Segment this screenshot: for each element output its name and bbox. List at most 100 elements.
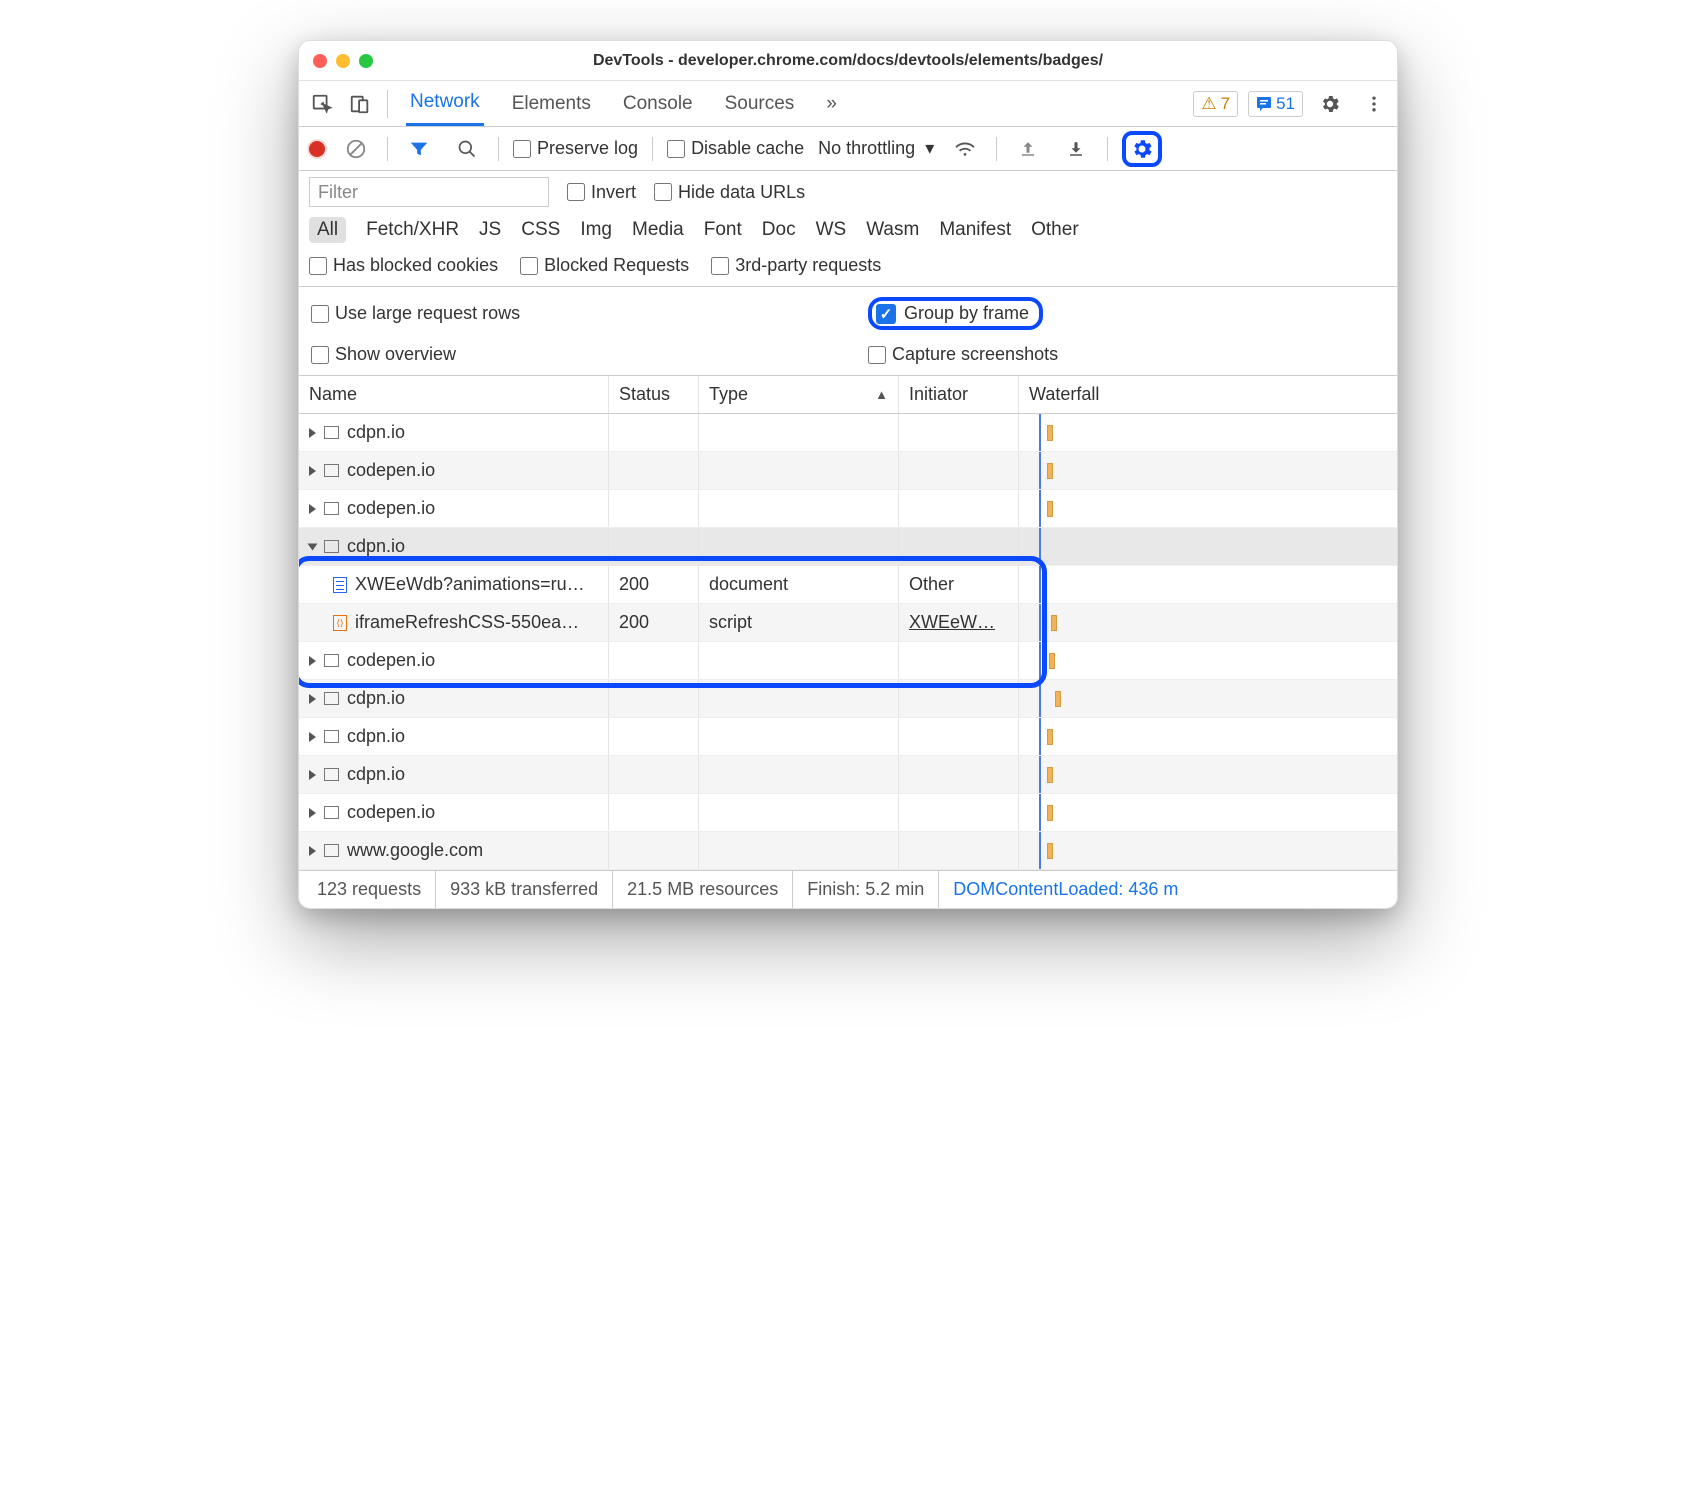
status-cell: [609, 414, 699, 451]
type-chip-all[interactable]: All: [309, 217, 346, 243]
group-by-frame-checkbox[interactable]: Group by frame: [868, 297, 1043, 330]
initiator-cell[interactable]: XWEeW…: [899, 604, 1019, 641]
tab-sources[interactable]: Sources: [721, 81, 799, 126]
capture-screenshots-input[interactable]: [868, 346, 886, 364]
initiator-cell: [899, 756, 1019, 793]
table-row[interactable]: ⟨⟩ iframeRefreshCSS-550ea…200scriptXWEeW…: [299, 604, 1397, 642]
hide-data-urls-input[interactable]: [654, 183, 672, 201]
disclosure-triangle-icon[interactable]: [309, 428, 316, 438]
large-rows-input[interactable]: [311, 305, 329, 323]
disable-cache-input[interactable]: [667, 140, 685, 158]
col-name[interactable]: Name: [299, 376, 609, 413]
window-controls: [313, 54, 373, 68]
inspect-icon[interactable]: [305, 87, 339, 121]
hide-data-urls-checkbox[interactable]: Hide data URLs: [654, 182, 805, 203]
zoom-window-button[interactable]: [359, 54, 373, 68]
show-overview-input[interactable]: [311, 346, 329, 364]
table-row[interactable]: XWEeWdb?animations=ru…200documentOther: [299, 566, 1397, 604]
type-chip-other[interactable]: Other: [1031, 219, 1079, 241]
record-button[interactable]: [309, 141, 325, 157]
type-chip-fetch-xhr[interactable]: Fetch/XHR: [366, 219, 459, 241]
invert-input[interactable]: [567, 183, 585, 201]
table-row[interactable]: cdpn.io: [299, 680, 1397, 718]
table-row[interactable]: codepen.io: [299, 452, 1397, 490]
waterfall-cell: [1019, 528, 1397, 565]
third-party-checkbox[interactable]: 3rd-party requests: [711, 255, 881, 276]
type-chip-doc[interactable]: Doc: [762, 219, 796, 241]
col-initiator[interactable]: Initiator: [899, 376, 1019, 413]
type-chip-manifest[interactable]: Manifest: [939, 219, 1011, 241]
device-toggle-icon[interactable]: [343, 87, 377, 121]
col-status[interactable]: Status: [609, 376, 699, 413]
type-chip-media[interactable]: Media: [632, 219, 684, 241]
col-waterfall[interactable]: Waterfall: [1019, 376, 1397, 413]
preserve-log-checkbox[interactable]: Preserve log: [513, 138, 638, 159]
type-chip-css[interactable]: CSS: [521, 219, 560, 241]
table-row[interactable]: cdpn.io: [299, 756, 1397, 794]
tab-elements[interactable]: Elements: [508, 81, 595, 126]
settings-icon[interactable]: [1313, 87, 1347, 121]
table-row[interactable]: cdpn.io: [299, 528, 1397, 566]
network-conditions-icon[interactable]: [948, 132, 982, 166]
table-row[interactable]: www.google.com: [299, 832, 1397, 870]
type-chip-wasm[interactable]: Wasm: [866, 219, 919, 241]
disclosure-triangle-icon[interactable]: [309, 808, 316, 818]
disclosure-triangle-icon[interactable]: [309, 656, 316, 666]
disclosure-triangle-icon[interactable]: [309, 846, 316, 856]
col-type[interactable]: Type▲: [699, 376, 899, 413]
upload-har-icon[interactable]: [1011, 132, 1045, 166]
network-toolbar: Preserve log Disable cache No throttling…: [299, 127, 1397, 171]
search-icon[interactable]: [450, 132, 484, 166]
kebab-menu-icon[interactable]: [1357, 87, 1391, 121]
disclosure-triangle-icon[interactable]: [309, 694, 316, 704]
close-window-button[interactable]: [313, 54, 327, 68]
divider: [387, 90, 388, 118]
blocked-cookies-input[interactable]: [309, 257, 327, 275]
group-by-frame-input[interactable]: [876, 304, 896, 324]
issues-badge-info[interactable]: 51: [1248, 91, 1303, 117]
blocked-cookies-checkbox[interactable]: Has blocked cookies: [309, 255, 498, 276]
show-overview-checkbox[interactable]: Show overview: [311, 344, 828, 365]
throttling-select[interactable]: No throttling ▾: [818, 138, 934, 159]
table-row[interactable]: cdpn.io: [299, 718, 1397, 756]
third-party-input[interactable]: [711, 257, 729, 275]
frame-icon: [324, 502, 339, 515]
disclosure-triangle-icon[interactable]: [309, 504, 316, 514]
waterfall-bar: [1047, 767, 1053, 783]
minimize-window-button[interactable]: [336, 54, 350, 68]
frame-name: cdpn.io: [347, 422, 405, 443]
capture-screenshots-checkbox[interactable]: Capture screenshots: [868, 344, 1385, 365]
disclosure-triangle-icon[interactable]: [308, 543, 318, 550]
type-chip-font[interactable]: Font: [704, 219, 742, 241]
throttling-value: No throttling: [818, 138, 915, 159]
tab-console[interactable]: Console: [619, 81, 697, 126]
download-har-icon[interactable]: [1059, 132, 1093, 166]
disclosure-triangle-icon[interactable]: [309, 466, 316, 476]
type-chip-ws[interactable]: WS: [816, 219, 847, 241]
clear-icon[interactable]: [339, 132, 373, 166]
table-row[interactable]: codepen.io: [299, 794, 1397, 832]
invert-checkbox[interactable]: Invert: [567, 182, 636, 203]
filter-icon[interactable]: [402, 132, 436, 166]
type-chip-js[interactable]: JS: [479, 219, 501, 241]
tab-network[interactable]: Network: [406, 81, 484, 126]
issues-badge-warn[interactable]: ⚠ 7: [1193, 91, 1238, 117]
tab-more[interactable]: »: [822, 81, 841, 126]
preserve-log-input[interactable]: [513, 140, 531, 158]
disclosure-triangle-icon[interactable]: [309, 732, 316, 742]
timeline-marker: [1039, 414, 1041, 451]
disable-cache-checkbox[interactable]: Disable cache: [667, 138, 804, 159]
table-row[interactable]: codepen.io: [299, 642, 1397, 680]
waterfall-cell: [1019, 718, 1397, 755]
large-rows-checkbox[interactable]: Use large request rows: [311, 297, 828, 330]
blocked-requests-checkbox[interactable]: Blocked Requests: [520, 255, 689, 276]
status-cell: [609, 452, 699, 489]
filter-input[interactable]: [309, 177, 549, 207]
blocked-requests-input[interactable]: [520, 257, 538, 275]
table-row[interactable]: codepen.io: [299, 490, 1397, 528]
timeline-marker: [1039, 718, 1041, 755]
disclosure-triangle-icon[interactable]: [309, 770, 316, 780]
network-settings-button[interactable]: [1122, 131, 1162, 167]
table-row[interactable]: cdpn.io: [299, 414, 1397, 452]
type-chip-img[interactable]: Img: [580, 219, 612, 241]
